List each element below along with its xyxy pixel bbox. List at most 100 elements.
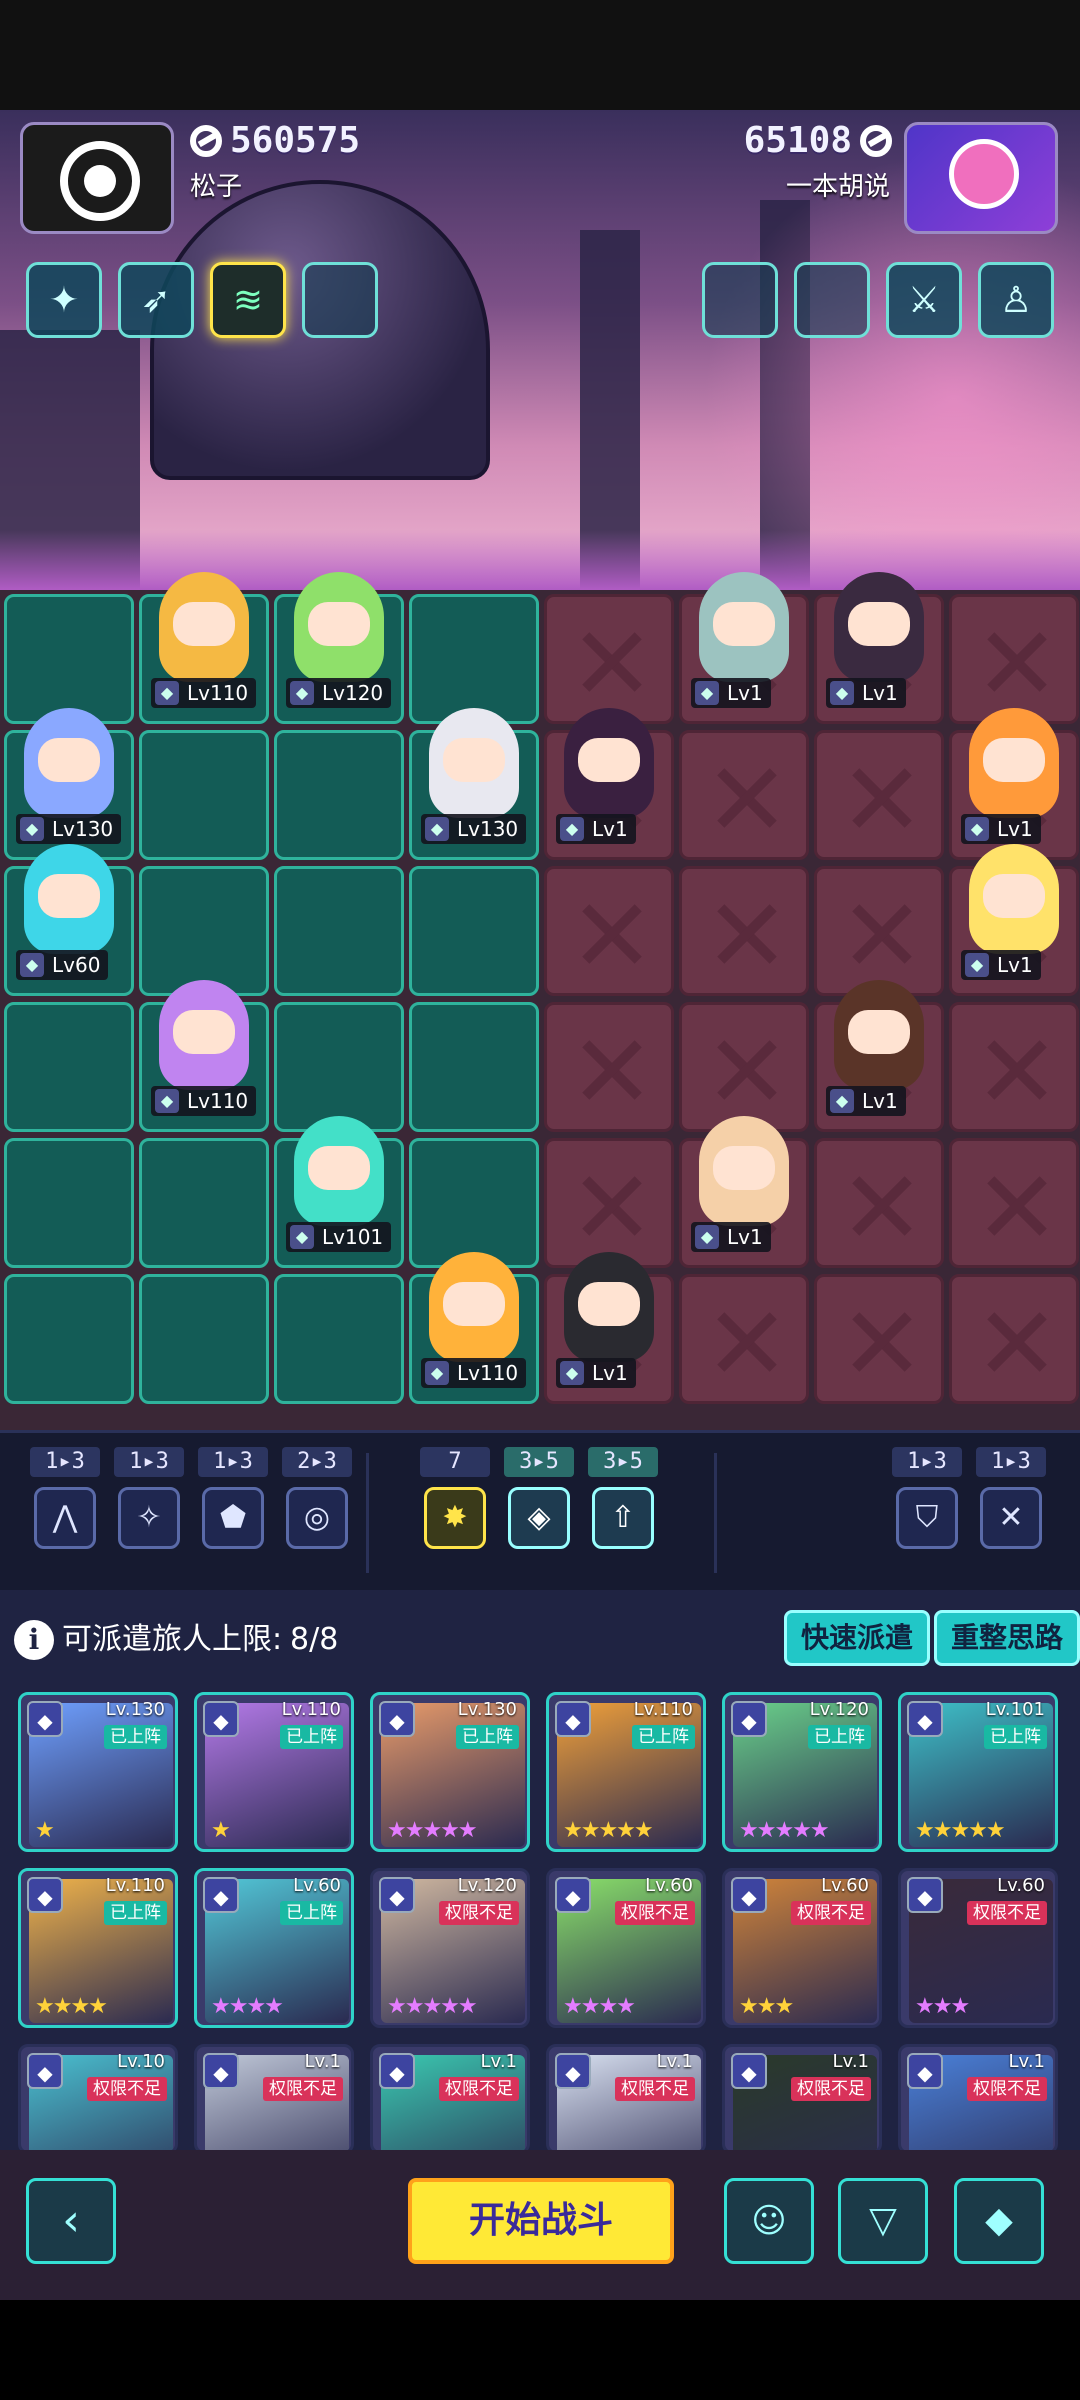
trait-pentagon-rune[interactable]: 1▸3 ⬟ — [198, 1447, 268, 1549]
card-status-tag: 权限不足 — [791, 1901, 871, 1925]
character-card[interactable]: ◆ Lv.1 权限不足 — [194, 2044, 354, 2154]
own-board-cell[interactable] — [409, 1002, 539, 1132]
character-card[interactable]: ◆ Lv.1 权限不足 — [546, 2044, 706, 2154]
own-board-cell[interactable] — [4, 1138, 134, 1268]
character-card[interactable]: ◆ Lv.60 权限不足 ★★★ — [898, 1868, 1058, 2028]
empty-synergy-slot[interactable] — [702, 262, 778, 338]
enemy-board-cell[interactable] — [814, 1138, 944, 1268]
own-board-cell[interactable] — [274, 866, 404, 996]
enemy-board-cell[interactable] — [679, 1274, 809, 1404]
quick-deploy-button[interactable]: 快速派遣 — [784, 1610, 931, 1666]
enemy-board-cell[interactable] — [679, 730, 809, 860]
unit-level-tag: ◆ Lv110 — [151, 678, 257, 708]
class-icon: ◆ — [20, 817, 44, 841]
enemy-unit[interactable]: ◆ Lv1 — [544, 704, 674, 854]
enemy-unit[interactable]: ◆ Lv1 — [814, 568, 944, 718]
character-card[interactable]: ◆ Lv.1 权限不足 — [370, 2044, 530, 2154]
own-board-cell[interactable] — [409, 866, 539, 996]
enemy-board-cell[interactable] — [544, 1002, 674, 1132]
own-board-cell[interactable] — [139, 1138, 269, 1268]
star-rating: ★★★★★ — [739, 1818, 830, 1843]
own-unit[interactable]: ◆ Lv60 — [4, 840, 134, 990]
card-status-tag: 权限不足 — [263, 2077, 343, 2101]
sort-icon[interactable]: ◆ — [954, 2178, 1044, 2264]
trait-starburst[interactable]: 7 ✸ — [420, 1447, 490, 1549]
trait-count: 1▸3 — [892, 1447, 962, 1477]
sword-icon[interactable]: ⚔ — [886, 262, 962, 338]
trait-up-arrow[interactable]: 3▸5 ⇧ — [588, 1447, 658, 1549]
unit-level-tag: ◆ Lv1 — [556, 814, 636, 844]
character-card[interactable]: ◆ Lv.110 已上阵 ★★★★ — [18, 1868, 178, 2028]
own-unit[interactable]: ◆ Lv130 — [4, 704, 134, 854]
unit-level-tag: ◆ Lv110 — [151, 1086, 257, 1116]
player-avatar-left[interactable] — [20, 122, 174, 234]
empty-synergy-slot[interactable] — [302, 262, 378, 338]
trait-diamond-rune[interactable]: 3▸5 ◈ — [504, 1447, 574, 1549]
class-icon: ◆ — [425, 1361, 449, 1385]
trait-crossed-swords[interactable]: 1▸3 ✕ — [976, 1447, 1046, 1549]
own-unit[interactable]: ◆ Lv110 — [139, 568, 269, 718]
enemy-unit[interactable]: ◆ Lv1 — [679, 1112, 809, 1262]
enemy-board-cell[interactable] — [949, 1002, 1079, 1132]
card-status-tag: 权限不足 — [967, 2077, 1047, 2101]
own-board-cell[interactable] — [274, 1274, 404, 1404]
enemy-board-cell[interactable] — [949, 1138, 1079, 1268]
info-icon[interactable]: i — [14, 1620, 54, 1660]
own-board-cell[interactable] — [4, 1274, 134, 1404]
enemy-board-cell[interactable] — [544, 866, 674, 996]
character-card[interactable]: ◆ Lv.120 已上阵 ★★★★★ — [722, 1692, 882, 1852]
own-board-cell[interactable] — [4, 1002, 134, 1132]
enemy-unit[interactable]: ◆ Lv1 — [949, 704, 1079, 854]
enemy-unit[interactable]: ◆ Lv1 — [814, 976, 944, 1126]
deploy-limit-value: 8/8 — [290, 1622, 339, 1657]
trait-shield[interactable]: 1▸3 ⛉ — [892, 1447, 962, 1549]
back-arrow-icon[interactable]: ‹ — [26, 2178, 116, 2264]
trait-shuriken[interactable]: 1▸3 ✧ — [114, 1447, 184, 1549]
brain-head-icon[interactable]: ☺ — [724, 2178, 814, 2264]
character-card[interactable]: ◆ Lv.60 已上阵 ★★★★ — [194, 1868, 354, 2028]
cables-icon[interactable]: ≋ — [210, 262, 286, 338]
trait-mountain[interactable]: 1▸3 ⋀ — [30, 1447, 100, 1549]
enemy-board-cell[interactable] — [949, 1274, 1079, 1404]
star-rating: ★★★★★ — [563, 1818, 654, 1843]
star-rating: ★★★★★ — [387, 1818, 478, 1843]
empty-synergy-slot[interactable] — [794, 262, 870, 338]
class-icon: ◆ — [379, 2053, 415, 2089]
meditating-figure-icon[interactable]: ♙ — [978, 262, 1054, 338]
character-card[interactable]: ◆ Lv.130 已上阵 ★★★★★ — [370, 1692, 530, 1852]
card-level: Lv.60 — [821, 1875, 869, 1896]
character-card[interactable]: ◆ Lv.120 权限不足 ★★★★★ — [370, 1868, 530, 2028]
own-unit[interactable]: ◆ Lv110 — [139, 976, 269, 1126]
character-card[interactable]: ◆ Lv.110 已上阵 ★★★★★ — [546, 1692, 706, 1852]
sparkle-wand-icon[interactable]: ✦ — [26, 262, 102, 338]
enemy-board-cell[interactable] — [679, 866, 809, 996]
character-card[interactable]: ◆ Lv.130 已上阵 ★ — [18, 1692, 178, 1852]
enemy-board-cell[interactable] — [814, 1274, 944, 1404]
arrows-icon[interactable]: ➶ — [118, 262, 194, 338]
reset-button[interactable]: 重整思路 — [934, 1610, 1080, 1666]
own-board-cell[interactable] — [274, 730, 404, 860]
character-card[interactable]: ◆ Lv.110 已上阵 ★ — [194, 1692, 354, 1852]
filter-icon[interactable]: ▽ — [838, 2178, 928, 2264]
enemy-board-cell[interactable] — [814, 730, 944, 860]
character-card[interactable]: ◆ Lv.101 已上阵 ★★★★★ — [898, 1692, 1058, 1852]
own-unit[interactable]: ◆ Lv130 — [409, 704, 539, 854]
own-board-cell[interactable] — [139, 730, 269, 860]
character-card[interactable]: ◆ Lv.60 权限不足 ★★★ — [722, 1868, 882, 2028]
character-card[interactable]: ◆ Lv.10 权限不足 — [18, 2044, 178, 2154]
own-unit[interactable]: ◆ Lv120 — [274, 568, 404, 718]
character-card[interactable]: ◆ Lv.60 权限不足 ★★★★ — [546, 1868, 706, 2028]
start-battle-button[interactable]: 开始战斗 — [408, 2178, 674, 2264]
own-unit[interactable]: ◆ Lv110 — [409, 1248, 539, 1398]
enemy-unit[interactable]: ◆ Lv1 — [679, 568, 809, 718]
player-avatar-right[interactable] — [904, 122, 1058, 234]
character-card[interactable]: ◆ Lv.1 权限不足 — [898, 2044, 1058, 2154]
enemy-unit[interactable]: ◆ Lv1 — [949, 840, 1079, 990]
own-unit[interactable]: ◆ Lv101 — [274, 1112, 404, 1262]
own-board-cell[interactable] — [139, 1274, 269, 1404]
unit-face — [308, 1146, 370, 1190]
character-card[interactable]: ◆ Lv.1 权限不足 — [722, 2044, 882, 2154]
trait-swirl[interactable]: 2▸3 ◎ — [282, 1447, 352, 1549]
enemy-unit[interactable]: ◆ Lv1 — [544, 1248, 674, 1398]
unit-level: Lv130 — [52, 817, 114, 841]
